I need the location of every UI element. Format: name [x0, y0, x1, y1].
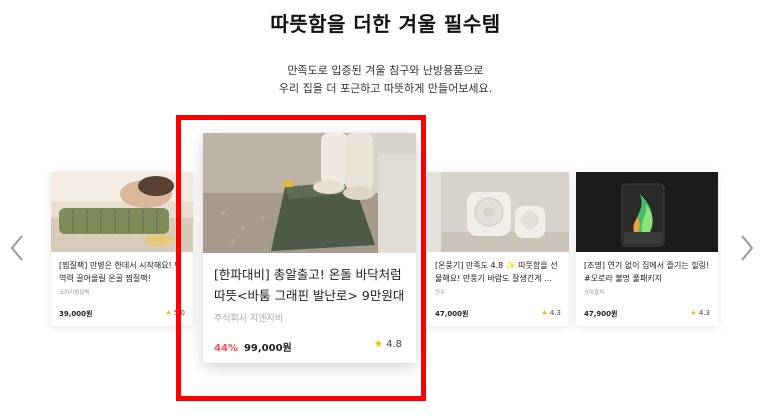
product-price: 44% 99,000원: [214, 339, 292, 354]
seller-name: 주식회사 지엔지비: [214, 314, 284, 324]
product-name[interactable]: [찜질팩] 만병은 한데서 시작해요! 면역력 끌어올릴 온골 찜질팩!: [59, 259, 187, 287]
product-name[interactable]: [한파대비] 총알출고! 온돌 바닥처럼 따뜻<바툼 그래핀 발난로> 9만원대: [214, 264, 410, 308]
rating-value: 4.3: [698, 309, 710, 317]
product-rating: ★ 4.3: [690, 309, 710, 317]
product-image[interactable]: [427, 172, 569, 252]
seller-name: 원두: [435, 290, 446, 296]
star-icon: ★: [690, 309, 697, 317]
product-image[interactable]: [203, 133, 416, 253]
product-name[interactable]: [온풍기] 만족도 4.8 ✨ 따뜻함을 선물해요! 만풍기 바람도 잘생긴게 …: [435, 259, 563, 287]
chevron-left-icon: [10, 235, 23, 261]
rating-value: 4.8: [386, 339, 402, 350]
product-price: 39,000원: [59, 310, 93, 318]
product-rating: ★ 4.3: [541, 309, 561, 317]
section-subtitle: 만족도로 입증된 겨울 침구와 난방용품으로 우리 집을 더 포근하고 따뜻하게…: [0, 62, 771, 98]
carousel-prev-button[interactable]: [6, 228, 28, 268]
discount-rate: 44%: [214, 343, 238, 354]
product-image[interactable]: [51, 172, 193, 252]
star-icon: ★: [541, 309, 548, 317]
chevron-right-icon: [741, 235, 754, 261]
product-card-heater[interactable]: [온풍기] 만족도 4.8 ✨ 따뜻함을 선물해요! 만풍기 바람도 잘생긴게 …: [427, 172, 569, 326]
star-icon: ★: [373, 339, 383, 350]
seller-name: 코끼리찜질팩: [59, 290, 90, 296]
product-name[interactable]: [조명] 연기 없이 집에서 즐기는 힐링! #오로라 불멍 풀패키지: [584, 259, 712, 287]
product-rating: ★ 5.0: [165, 309, 185, 317]
product-price: 47,900원: [584, 310, 618, 318]
price-amount: 99,000원: [243, 343, 292, 354]
product-rating: ★ 4.8: [374, 339, 402, 350]
product-price: 47,000원: [435, 310, 469, 318]
carousel-next-button[interactable]: [736, 228, 758, 268]
seller-name: 스마홈픽: [584, 290, 605, 296]
section-title: 따뜻함을 더한 겨울 필수템: [270, 12, 501, 36]
subtitle-line-2: 우리 집을 더 포근하고 따뜻하게 만들어보세요.: [278, 82, 493, 95]
product-card-foot-warmer[interactable]: [한파대비] 총알출고! 온돌 바닥처럼 따뜻<바툼 그래핀 발난로> 9만원대…: [203, 133, 416, 363]
rating-value: 5.0: [173, 309, 185, 317]
product-card-aurora-lamp[interactable]: [조명] 연기 없이 집에서 즐기는 힐링! #오로라 불멍 풀패키지 스마홈픽…: [576, 172, 718, 326]
star-icon: ★: [165, 309, 172, 317]
subtitle-line-1: 만족도로 입증된 겨울 침구와 난방용품으로: [287, 64, 484, 77]
product-image[interactable]: [576, 172, 718, 252]
rating-value: 4.3: [549, 309, 561, 317]
product-card-heat-pack[interactable]: [찜질팩] 만병은 한데서 시작해요! 면역력 끌어올릴 온골 찜질팩! 코끼리…: [51, 172, 193, 326]
